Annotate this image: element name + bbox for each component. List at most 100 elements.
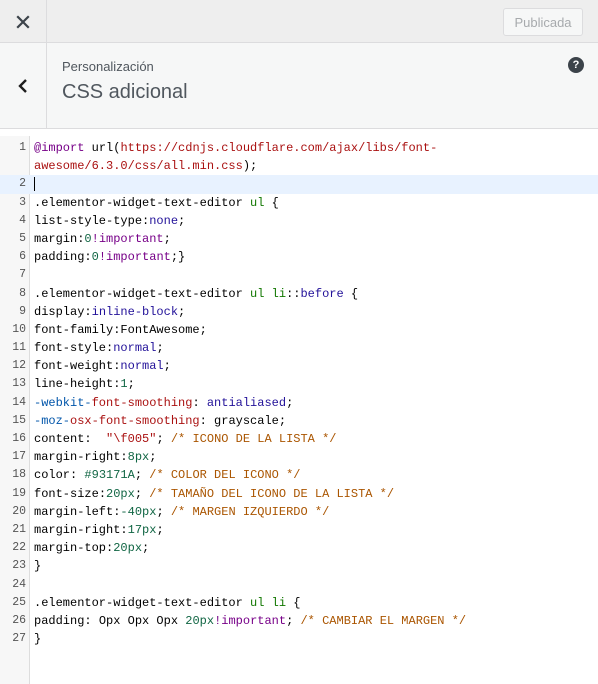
code-token: ;: [134, 468, 150, 483]
code-line[interactable]: 8 .elementor-widget-text-editor ul li::be…: [0, 285, 598, 303]
code-line[interactable]: 9 display:inline-block;: [0, 303, 598, 321]
code-token: /* ICONO DE LA LISTA */: [170, 432, 337, 446]
code-token: padding: [34, 613, 85, 628]
line-number: 23: [12, 559, 26, 573]
code-text: list-style-type:none;: [34, 212, 185, 230]
code-token: /* CAMBIAR EL MARGEN */: [300, 613, 467, 628]
line-number: 6: [19, 250, 26, 264]
code-line[interactable]: 14 -webkit-font-smoothing: antialiased;: [0, 394, 598, 412]
code-token: :: [84, 250, 92, 265]
code-token: normal: [120, 359, 164, 374]
code-line[interactable]: 23}: [0, 557, 598, 575]
code-token: url(: [84, 141, 121, 155]
code-token: .elementor-widget-text-editor: [34, 195, 243, 210]
code-token: color: [34, 468, 71, 483]
code-text: }: [34, 557, 41, 575]
breadcrumb: Personalización: [62, 59, 154, 74]
code-token: -moz-: [34, 413, 71, 428]
line-number: 5: [19, 231, 26, 245]
code-line[interactable]: 1 @import url(https://cdnjs.cloudflare.co…: [0, 139, 598, 157]
code-line[interactable]: 15 -moz-osx-font-smoothing: grayscale;: [0, 412, 598, 430]
code-token: :: [120, 450, 128, 465]
code-token: @import: [34, 141, 85, 155]
line-number: 13: [12, 377, 26, 391]
code-line[interactable]: 3 .elementor-widget-text-editor ul {: [0, 194, 598, 212]
line-number: 17: [12, 450, 26, 464]
code-line[interactable]: 24: [0, 576, 598, 594]
code-token: :: [192, 395, 207, 410]
code-line[interactable]: 2: [0, 175, 598, 194]
code-token: :: [84, 304, 92, 319]
code-token: ;: [178, 304, 186, 319]
code-line[interactable]: 22 margin-top:20px;: [0, 539, 598, 557]
code-line[interactable]: 20 margin-left:-40px; /* MARGEN IZQUIERDO…: [0, 503, 598, 521]
code-line[interactable]: 7: [0, 266, 598, 284]
back-button[interactable]: [0, 43, 47, 128]
code-line[interactable]: 11 font-style:normal;: [0, 339, 598, 357]
code-token: ul: [250, 595, 265, 610]
code-token: :: [70, 468, 85, 483]
code-token: ;: [286, 395, 294, 410]
code-line[interactable]: 12 font-weight:normal;: [0, 357, 598, 375]
code-line[interactable]: 17 margin-right:8px;: [0, 448, 598, 466]
code-text: font-style:normal;: [34, 339, 164, 357]
code-token: margin-top: [34, 541, 107, 556]
code-line[interactable]: awesome/6.3.0/css/all.min.css);: [0, 157, 598, 175]
code-line[interactable]: 13 line-height:1;: [0, 375, 598, 393]
code-text: -moz-osx-font-smoothing: grayscale;: [34, 412, 286, 430]
code-token: font-family: [34, 322, 114, 337]
line-number: 1: [19, 141, 26, 154]
code-token: antialiased: [206, 395, 287, 410]
code-line[interactable]: 26 padding: Opx Opx Opx 20px!important; /…: [0, 612, 598, 630]
code-token: 1: [120, 377, 128, 392]
code-token: margin: [34, 231, 78, 246]
code-line[interactable]: 25 .elementor-widget-text-editor ul li {: [0, 594, 598, 612]
code-text: @import url(https://cdnjs.cloudflare.com…: [34, 139, 437, 157]
line-number: 11: [12, 341, 26, 355]
code-token: padding: [34, 250, 85, 265]
code-line[interactable]: 21 margin-right:17px;: [0, 521, 598, 539]
close-icon: [16, 14, 30, 29]
line-number: 27: [12, 632, 26, 646]
code-text: .elementor-widget-text-editor ul li {: [34, 594, 300, 612]
chevron-left-icon: [18, 78, 27, 93]
code-token: /* MARGEN IZQUIERDO */: [170, 504, 330, 519]
close-button[interactable]: [0, 0, 47, 43]
code-lines[interactable]: 1 @import url(https://cdnjs.cloudflare.co…: [0, 136, 598, 648]
line-number: 18: [12, 468, 26, 482]
code-line[interactable]: 19 font-size:20px; /* TAMAÑO DEL ICONO DE…: [0, 485, 598, 503]
code-token: ;: [156, 522, 164, 537]
code-line[interactable]: 10 font-family:FontAwesome;: [0, 321, 598, 339]
code-line[interactable]: 6 padding:0!important;}: [0, 248, 598, 266]
code-token: ;: [163, 231, 171, 246]
code-token: font-smoothing: [91, 395, 193, 410]
code-token: :FontAwesome;: [113, 322, 207, 337]
code-line[interactable]: 16 content: "\f005"; /* ICONO DE LA LISTA…: [0, 430, 598, 448]
code-token: .elementor-widget-text-editor: [34, 286, 243, 301]
code-line[interactable]: 5 margin:0!important;: [0, 230, 598, 248]
code-token: normal: [113, 341, 157, 356]
code-token: ;}: [170, 250, 186, 265]
section-header: Personalización CSS adicional ?: [0, 43, 598, 129]
code-line[interactable]: 27}: [0, 630, 598, 648]
publish-button[interactable]: Publicada: [503, 8, 583, 36]
code-token: 20px: [185, 613, 215, 628]
code-token: 20px: [106, 486, 135, 501]
code-token: https://cdnjs.cloudflare.com/ajax/libs/f…: [120, 141, 438, 155]
css-code-editor[interactable]: 1 @import url(https://cdnjs.cloudflare.co…: [0, 136, 598, 684]
line-number: 14: [12, 395, 26, 409]
code-token: margin-right: [34, 522, 121, 537]
line-number: 19: [12, 486, 26, 500]
code-token: "\f005": [106, 432, 157, 446]
code-token: list-style-type: [34, 213, 143, 228]
code-text: .elementor-widget-text-editor ul {: [34, 194, 279, 212]
help-icon[interactable]: ?: [568, 57, 584, 73]
code-text: line-height:1;: [34, 375, 135, 393]
code-line[interactable]: 18 color: #93171A; /* COLOR DEL ICONO */: [0, 466, 598, 484]
line-number: 7: [19, 268, 26, 282]
code-line[interactable]: 4 list-style-type:none;: [0, 212, 598, 230]
code-token: 17px: [127, 522, 157, 537]
